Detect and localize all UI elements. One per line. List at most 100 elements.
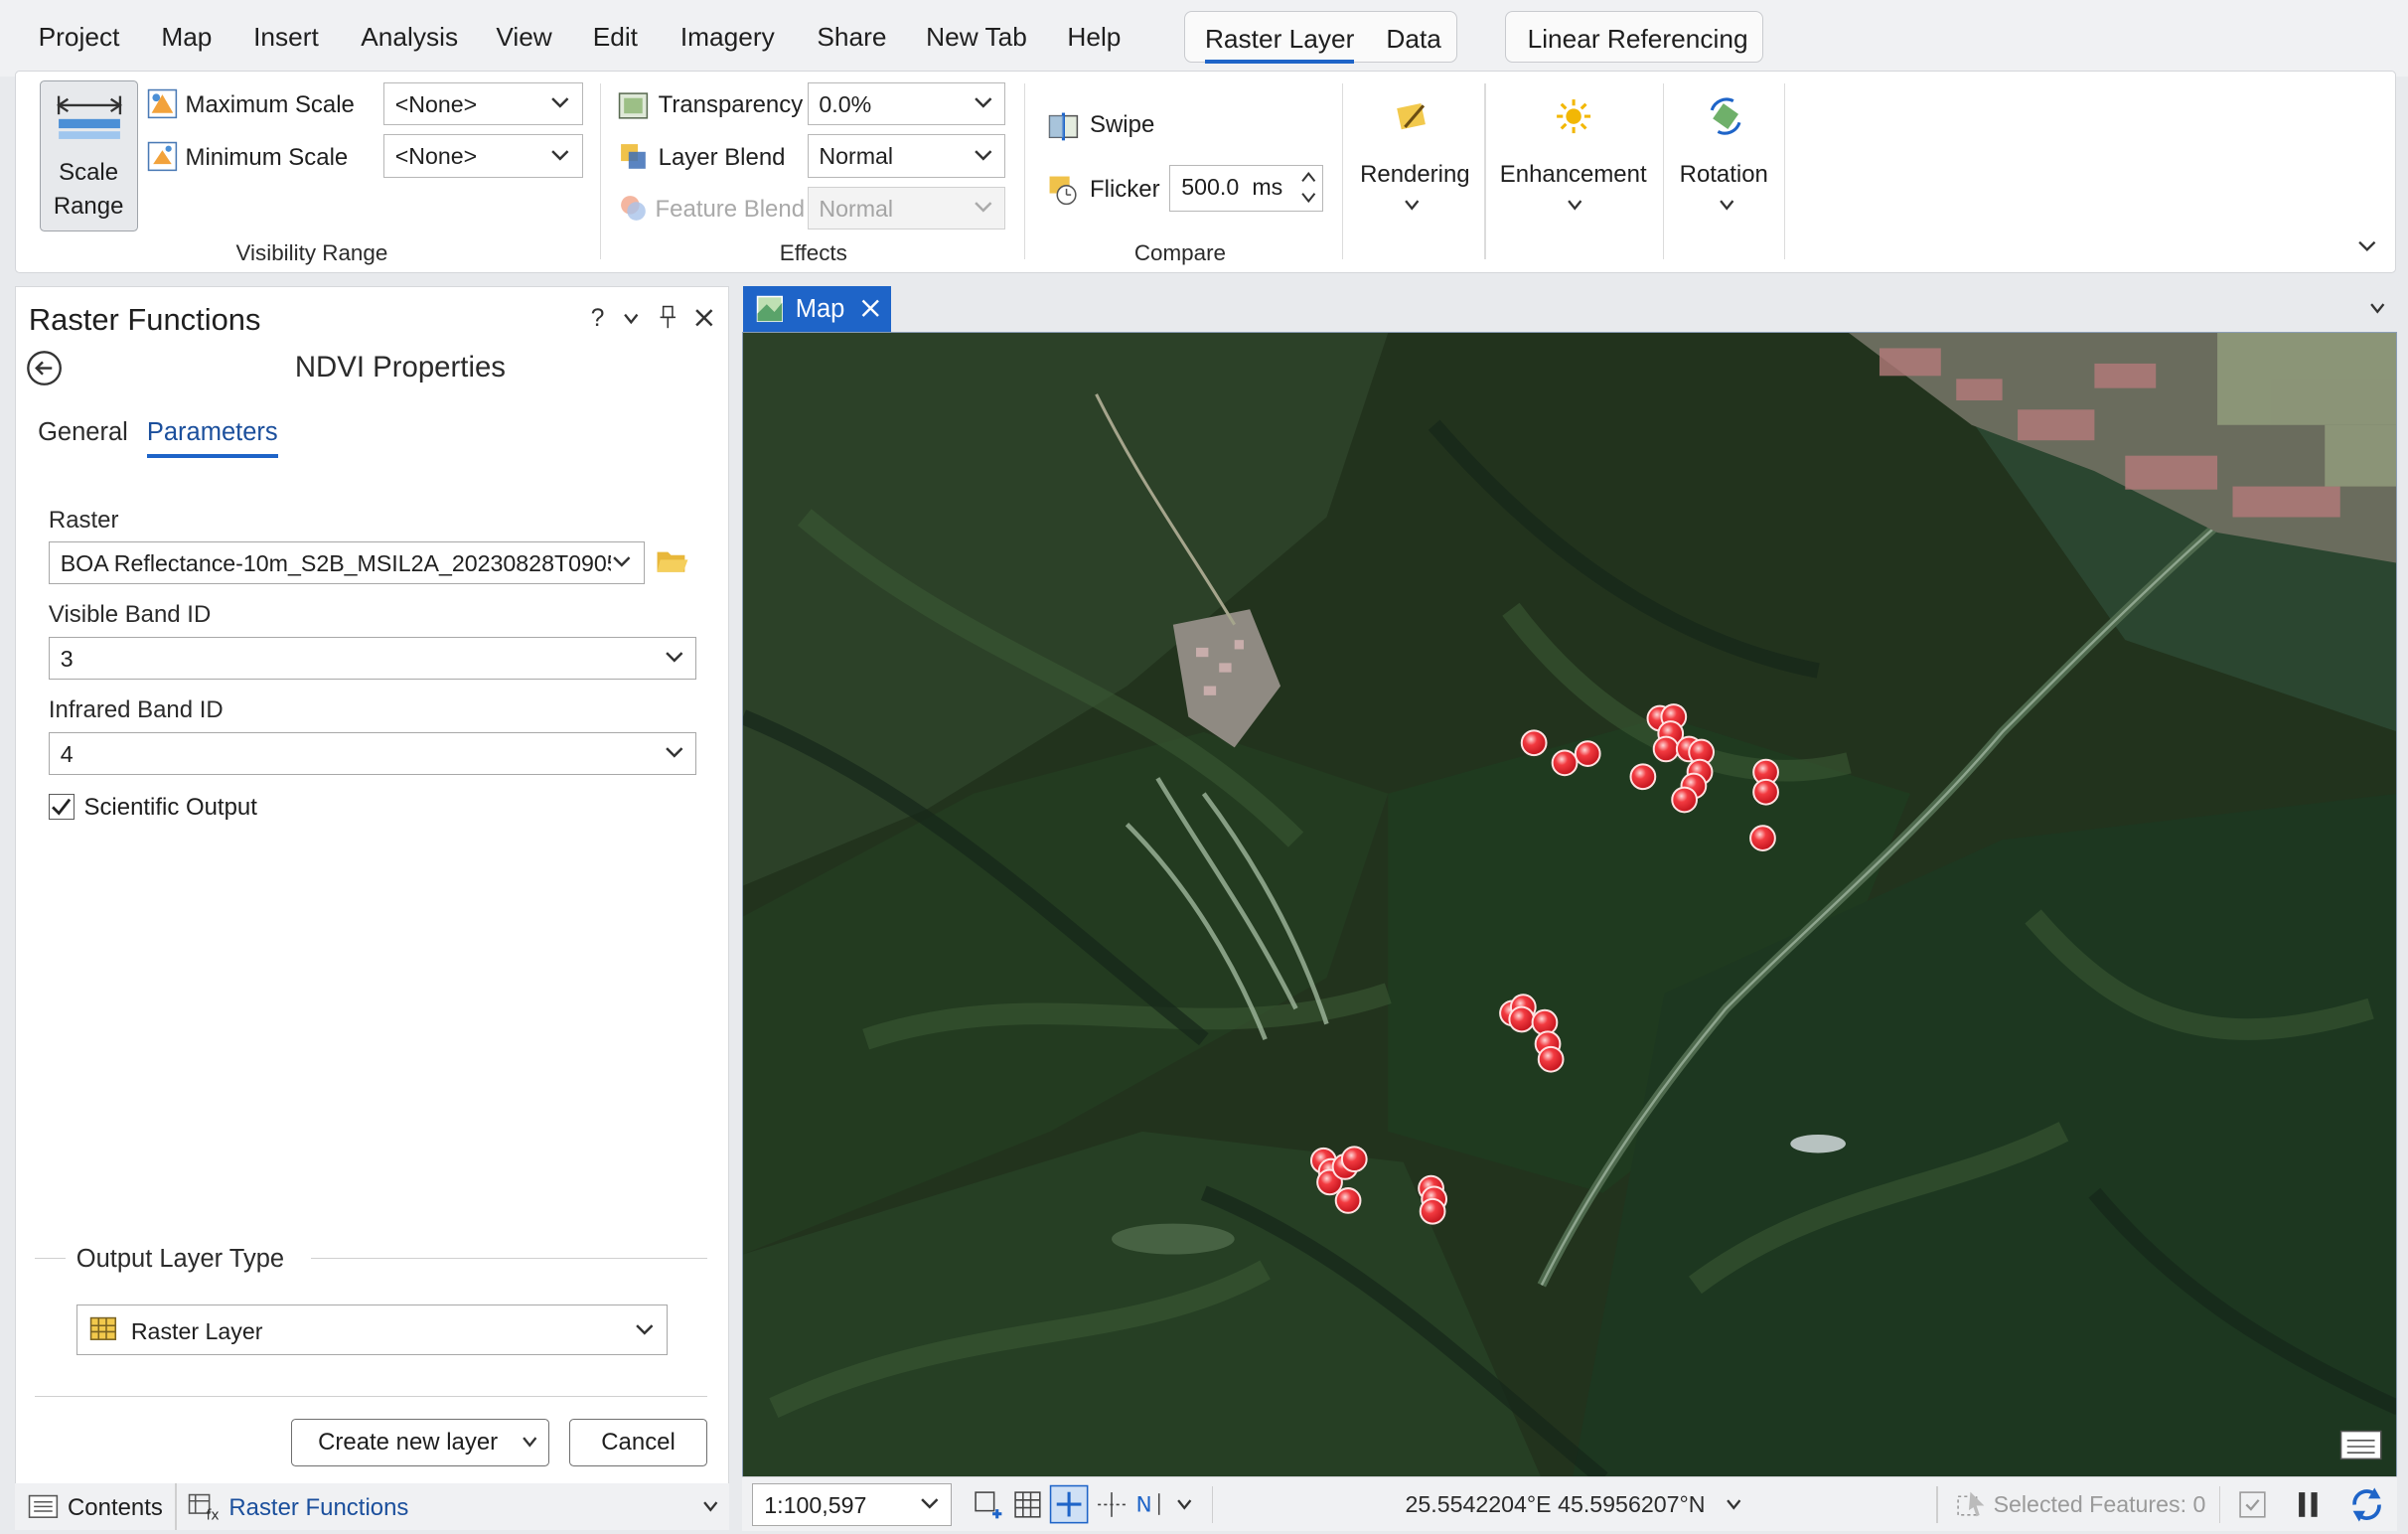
fixed-zoom-icon[interactable] — [973, 1489, 1006, 1520]
tab-contents[interactable]: Contents — [68, 1494, 163, 1522]
help-button[interactable]: ? — [591, 305, 605, 333]
ribbon: Scale Range Maximum Scale <None> Minimum… — [15, 71, 2396, 274]
chevron-down-icon[interactable] — [1175, 1497, 1194, 1512]
chevron-down-icon — [1568, 200, 1582, 211]
message-icon[interactable] — [2339, 1430, 2382, 1466]
transparency-select[interactable]: 0.0% — [807, 81, 1005, 126]
close-icon[interactable] — [693, 307, 715, 329]
infrared-band-select[interactable]: 4 — [48, 731, 697, 776]
chevron-down-icon — [974, 202, 991, 213]
sample-point[interactable] — [1520, 729, 1548, 757]
create-new-layer-label: Create new layer — [318, 1429, 499, 1457]
svg-text:N: N — [1136, 1493, 1152, 1518]
chevron-down-icon — [974, 150, 991, 161]
rendering-button[interactable]: Rendering — [1346, 80, 1481, 234]
enhancement-button[interactable]: Enhancement — [1491, 80, 1657, 234]
menu-project[interactable]: Project — [39, 22, 120, 53]
rotation-icon — [1710, 97, 1741, 135]
raster-select[interactable]: BOA Reflectance-10m_S2B_MSIL2A_20230828T… — [48, 541, 645, 585]
sample-point[interactable] — [1537, 1045, 1565, 1073]
map-scale-select[interactable]: 1:100,597 — [752, 1482, 953, 1527]
chevron-down-icon[interactable] — [1725, 1497, 1743, 1512]
sample-point[interactable] — [1751, 778, 1779, 806]
menu-edit[interactable]: Edit — [593, 22, 638, 53]
menu-new-tab[interactable]: New Tab — [926, 22, 1027, 53]
sample-point[interactable] — [1670, 786, 1698, 814]
grid-icon[interactable] — [1012, 1489, 1043, 1520]
scientific-output-checkbox[interactable] — [48, 793, 75, 820]
swipe-label[interactable]: Swipe — [1090, 111, 1154, 139]
tab-raster-functions[interactable]: Raster Functions — [228, 1494, 408, 1522]
sample-point[interactable] — [1652, 735, 1680, 763]
divider — [35, 1257, 66, 1260]
maximum-scale-select[interactable]: <None> — [382, 81, 583, 126]
sample-point[interactable] — [1629, 763, 1656, 791]
spinner-icon[interactable] — [1299, 169, 1318, 206]
chevron-down-icon — [1720, 200, 1734, 211]
ribbon-expand-chevron-icon[interactable] — [2356, 237, 2378, 256]
sample-point[interactable] — [1748, 825, 1776, 851]
raster-functions-icon: fx — [188, 1493, 219, 1520]
menu-analysis[interactable]: Analysis — [361, 22, 458, 53]
menu-help[interactable]: Help — [1067, 22, 1121, 53]
feature-blend-select[interactable]: Normal — [807, 187, 1005, 230]
rotation-button[interactable]: Rotation — [1669, 80, 1785, 234]
output-layer-type-select[interactable]: Raster Layer — [75, 1304, 668, 1356]
chevron-down-icon[interactable] — [2368, 301, 2387, 316]
pane-options-chevron-icon[interactable] — [622, 310, 641, 329]
pause-icon[interactable] — [2296, 1489, 2321, 1520]
refresh-icon[interactable] — [2348, 1486, 2385, 1523]
visible-band-select[interactable]: 3 — [48, 636, 697, 681]
scale-range-label-1: Scale — [59, 158, 119, 186]
layer-blend-select[interactable]: Normal — [807, 134, 1005, 178]
tab-linear-referencing[interactable]: Linear Referencing — [1528, 24, 1748, 55]
refresh-view-icon[interactable] — [2237, 1489, 2268, 1520]
sample-point[interactable] — [1508, 1005, 1535, 1033]
menu-map[interactable]: Map — [161, 22, 212, 53]
visibility-range-group-title: Visibility Range — [235, 240, 388, 266]
sample-point[interactable] — [1334, 1186, 1362, 1214]
menu-insert[interactable]: Insert — [253, 22, 319, 53]
checkmark-icon — [52, 798, 72, 816]
infrared-band-label: Infrared Band ID — [48, 696, 224, 724]
menu-share[interactable]: Share — [817, 22, 886, 53]
create-new-layer-button[interactable]: Create new layer — [291, 1418, 549, 1466]
pin-icon[interactable] — [659, 305, 677, 330]
sample-point[interactable] — [1574, 740, 1601, 767]
layer-blend-value: Normal — [819, 143, 894, 170]
snapping-icon[interactable] — [1049, 1484, 1089, 1524]
chevron-down-icon — [1405, 200, 1420, 211]
output-layer-type-value: Raster Layer — [130, 1317, 263, 1344]
north-arrow-icon[interactable]: N — [1134, 1487, 1168, 1521]
raster-value: BOA Reflectance-10m_S2B_MSIL2A_20230828T… — [60, 549, 620, 576]
sample-point[interactable] — [1419, 1197, 1446, 1225]
cancel-label: Cancel — [601, 1429, 676, 1457]
flicker-interval-input[interactable]: 500.0 ms — [1169, 165, 1323, 212]
maximum-scale-icon — [147, 88, 177, 119]
tab-general[interactable]: General — [38, 418, 128, 447]
flicker-unit: ms — [1252, 174, 1283, 201]
folder-open-icon[interactable] — [656, 547, 689, 575]
menu-imagery[interactable]: Imagery — [680, 22, 775, 53]
visible-band-label: Visible Band ID — [48, 601, 212, 629]
infrared-band-value: 4 — [60, 740, 74, 767]
sample-point[interactable] — [1340, 1146, 1368, 1172]
tab-raster-layer[interactable]: Raster Layer — [1204, 24, 1355, 65]
tab-parameters[interactable]: Parameters — [146, 418, 279, 458]
maximum-scale-label: Maximum Scale — [185, 91, 355, 119]
close-icon[interactable] — [861, 299, 880, 318]
crosshair-icon[interactable] — [1095, 1489, 1129, 1520]
cancel-button[interactable]: Cancel — [568, 1418, 708, 1466]
tab-data[interactable]: Data — [1386, 24, 1440, 55]
map-tab-bar: Map — [740, 282, 2395, 332]
selected-features-count: Selected Features: 0 — [1993, 1490, 2206, 1517]
menu-view[interactable]: View — [496, 22, 551, 53]
minimum-scale-select[interactable]: <None> — [382, 134, 583, 178]
transparency-icon — [619, 91, 649, 119]
map-canvas[interactable] — [741, 331, 2398, 1478]
tab-map[interactable]: Map — [743, 285, 891, 332]
chevron-down-icon[interactable] — [701, 1499, 720, 1514]
pane-title: Raster Functions — [28, 301, 261, 337]
sample-point[interactable] — [1551, 749, 1579, 777]
scale-range-button[interactable]: Scale Range — [39, 80, 138, 231]
